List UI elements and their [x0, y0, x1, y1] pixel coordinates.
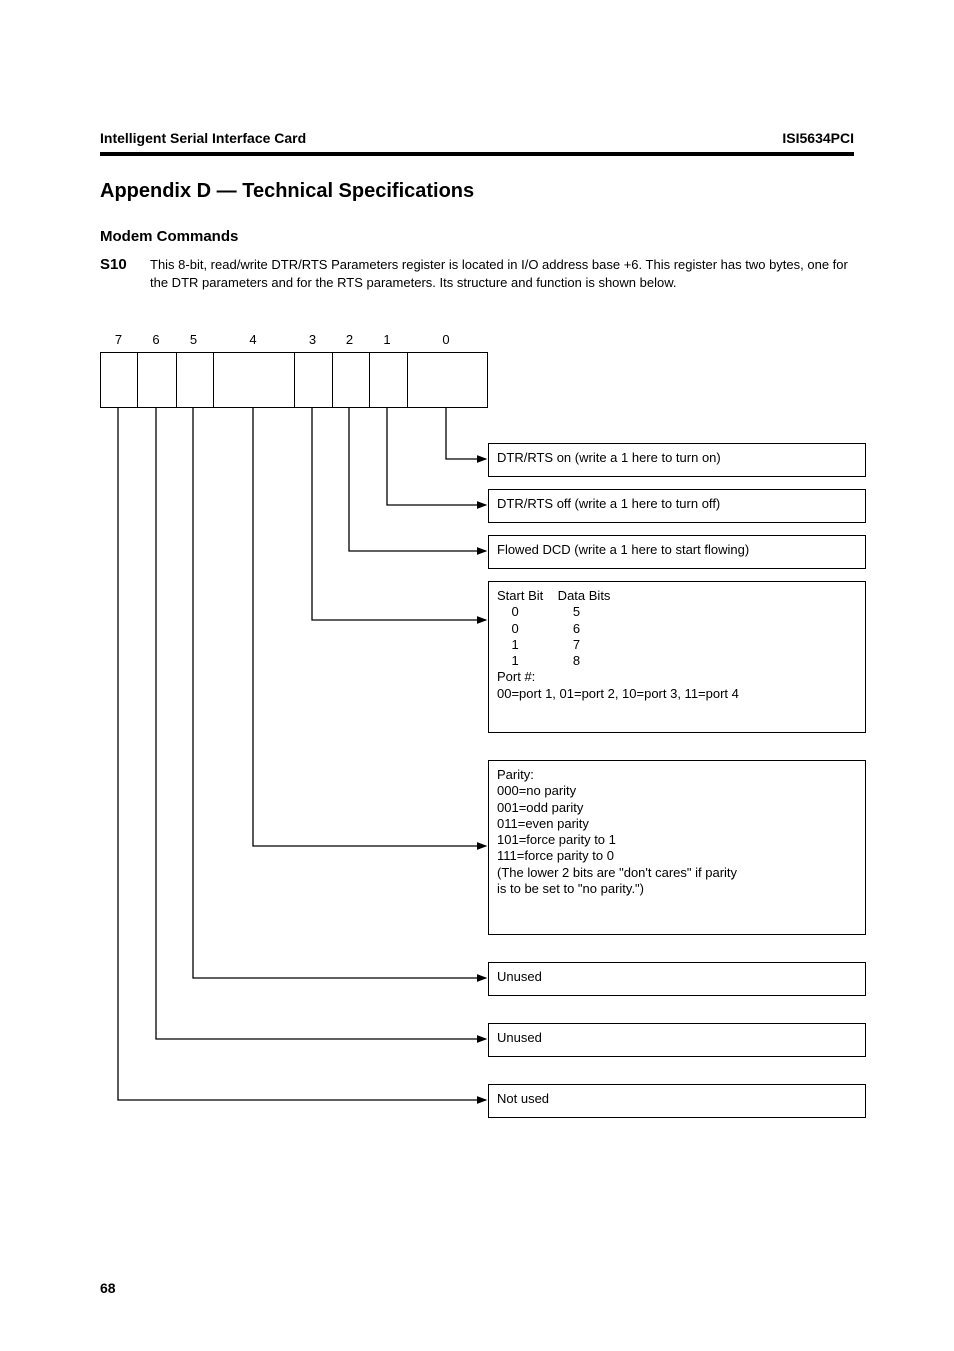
- bit-description-line: is to be set to "no parity."): [497, 881, 857, 897]
- register-label: S10: [100, 256, 140, 273]
- bit-description-box: DTR/RTS on (write a 1 here to turn on): [488, 443, 866, 477]
- bit-description-line: 0 6: [497, 621, 857, 637]
- bit-number: 6: [137, 332, 175, 347]
- bit-number: 7: [100, 332, 137, 347]
- register-cell: [214, 353, 296, 407]
- bit-description-line: 1 7: [497, 637, 857, 653]
- bit-description-line: 111=force parity to 0: [497, 848, 857, 864]
- register-cell: [408, 353, 487, 407]
- bit-description-line: Unused: [497, 1030, 857, 1046]
- bit-description-line: Not used: [497, 1091, 857, 1107]
- register-cell: [333, 353, 370, 407]
- register-cell: [177, 353, 214, 407]
- page-number: 68: [100, 1280, 116, 1296]
- bit-number: 4: [212, 332, 294, 347]
- bit-description-line: 011=even parity: [497, 816, 857, 832]
- bit-description-line: Flowed DCD (write a 1 here to start flow…: [497, 542, 857, 558]
- bit-number: 1: [368, 332, 406, 347]
- bit-description-line: Port #:: [497, 669, 857, 685]
- bit-description-line: Parity:: [497, 767, 857, 783]
- bit-description-box: Not used: [488, 1084, 866, 1118]
- bit-description-line: Unused: [497, 969, 857, 985]
- bit-number: 0: [406, 332, 486, 347]
- bit-description-line: (The lower 2 bits are "don't cares" if p…: [497, 865, 857, 881]
- bit-description-line: 000=no parity: [497, 783, 857, 799]
- header-rule: [100, 152, 854, 156]
- bit-description-line: 00=port 1, 01=port 2, 10=port 3, 11=port…: [497, 686, 857, 702]
- register-cell: [370, 353, 408, 407]
- bit-description-box: Flowed DCD (write a 1 here to start flow…: [488, 535, 866, 569]
- bit-number: 5: [175, 332, 212, 347]
- bit-description-box: Unused: [488, 1023, 866, 1057]
- bit-description-line: DTR/RTS off (write a 1 here to turn off): [497, 496, 857, 512]
- bit-description-box: Parity:000=no parity001=odd parity011=ev…: [488, 760, 866, 935]
- bit-number: 2: [331, 332, 368, 347]
- section-heading: Modem Commands: [100, 228, 238, 245]
- header-right: ISI5634PCI: [782, 130, 854, 146]
- header-left: Intelligent Serial Interface Card: [100, 130, 306, 146]
- bit-description-line: 1 8: [497, 653, 857, 669]
- bit-description-box: Unused: [488, 962, 866, 996]
- bit-description-line: 101=force parity to 1: [497, 832, 857, 848]
- bit-number: 3: [294, 332, 331, 347]
- register-cell: [295, 353, 332, 407]
- bit-number-row: 7 6 5 4 3 2 1 0: [100, 332, 530, 347]
- bit-description-line: 001=odd parity: [497, 800, 857, 816]
- bit-description-line: Start Bit Data Bits: [497, 588, 857, 604]
- bit-description-line: 0 5: [497, 604, 857, 620]
- bit-description-box: Start Bit Data Bits 0 5 0 6 1 7 1 8Port …: [488, 581, 866, 733]
- register-description: This 8-bit, read/write DTR/RTS Parameter…: [150, 256, 850, 291]
- register-bitfield: [100, 352, 488, 408]
- bit-description-box: DTR/RTS off (write a 1 here to turn off): [488, 489, 866, 523]
- bit-description-line: DTR/RTS on (write a 1 here to turn on): [497, 450, 857, 466]
- register-cell: [101, 353, 138, 407]
- register-cell: [138, 353, 176, 407]
- appendix-title: Appendix D — Technical Specifications: [100, 180, 474, 203]
